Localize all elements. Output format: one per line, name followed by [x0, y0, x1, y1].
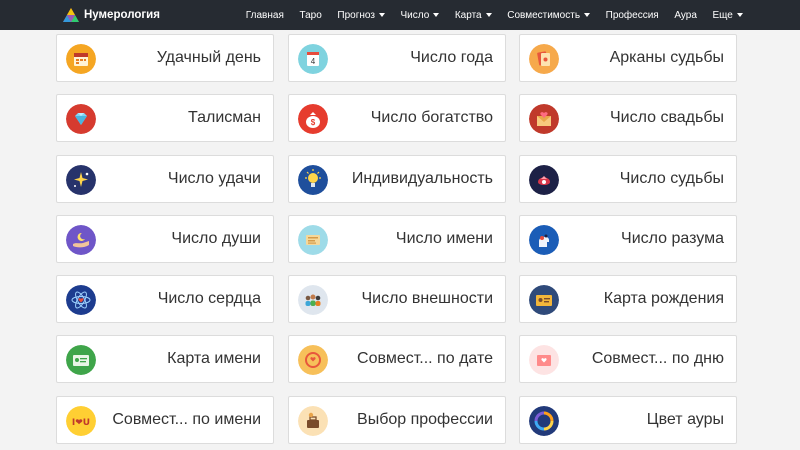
- card-label: Выбор профессии: [357, 411, 493, 428]
- couple-date-icon: [298, 345, 328, 375]
- id-card-icon: [529, 285, 559, 315]
- money-bag-icon: $: [298, 104, 328, 134]
- nav-item-home[interactable]: Главная: [238, 0, 292, 30]
- svg-text:4: 4: [311, 57, 316, 66]
- card-label: Талисман: [188, 109, 261, 126]
- svg-text:$: $: [311, 118, 316, 127]
- caret-down-icon: [485, 13, 492, 17]
- card-label: Цвет ауры: [646, 411, 724, 428]
- svg-text:I❤U: I❤U: [72, 418, 90, 428]
- triangle-logo-icon: [63, 8, 79, 22]
- fate-icon: [529, 165, 559, 195]
- nav-item-compatibility[interactable]: Совместимость: [499, 0, 597, 30]
- tarot-cards-icon: [529, 44, 559, 74]
- card-label: Число свадьбы: [609, 109, 724, 126]
- card-label: Число года: [410, 49, 493, 66]
- card-appearance-number[interactable]: Число внешности: [288, 275, 506, 323]
- card-label: Число души: [171, 230, 261, 247]
- calendar-day-icon: [66, 44, 96, 74]
- card-name-chart[interactable]: Карта имени: [56, 335, 274, 383]
- caret-down-icon: [736, 13, 743, 17]
- nav-item-tarot[interactable]: Таро: [292, 0, 330, 30]
- nav-label: Еще: [712, 9, 733, 21]
- card-talisman[interactable]: Талисман: [56, 94, 274, 142]
- aura-ring-icon: [529, 406, 559, 436]
- card-wedding-number[interactable]: Число свадьбы: [519, 94, 737, 142]
- nav-item-more[interactable]: Еще: [705, 0, 751, 30]
- diamond-icon: [66, 104, 96, 134]
- card-individuality[interactable]: Индивидуальность: [288, 155, 506, 203]
- nav-label: Аура: [674, 9, 697, 21]
- card-fate-number[interactable]: Число судьбы: [519, 155, 737, 203]
- name-map-icon: [66, 345, 96, 375]
- nav-item-profession[interactable]: Профессия: [598, 0, 667, 30]
- card-label: Число разума: [621, 230, 724, 247]
- card-label: Число удачи: [167, 170, 261, 187]
- card-mind-number[interactable]: Число разума: [519, 215, 737, 263]
- i-love-u-icon: I❤U: [66, 406, 96, 436]
- card-label: Число судьбы: [619, 170, 724, 187]
- nav-item-number[interactable]: Число: [393, 0, 447, 30]
- card-lucky-day[interactable]: Удачный день: [56, 34, 274, 82]
- card-year-number[interactable]: 4 Число года: [288, 34, 506, 82]
- card-compat-by-date[interactable]: Совмест... по дате: [288, 335, 506, 383]
- card-label: Карта имени: [167, 350, 261, 367]
- nav-label: Совместимость: [507, 9, 581, 21]
- people-icon: [298, 285, 328, 315]
- card-compat-by-name[interactable]: I❤U Совмест... по имени: [56, 396, 274, 444]
- card-soul-number[interactable]: Число души: [56, 215, 274, 263]
- card-label: Удачный день: [156, 49, 261, 66]
- card-label: Число сердца: [157, 290, 261, 307]
- card-profession-choice[interactable]: Выбор профессии: [288, 396, 506, 444]
- card-luck-number[interactable]: Число удачи: [56, 155, 274, 203]
- card-label: Число внешности: [361, 290, 493, 307]
- nav-item-aura[interactable]: Аура: [667, 0, 705, 30]
- card-label: Число богатство: [370, 109, 493, 126]
- nav-label: Число: [400, 9, 430, 21]
- card-compat-by-day[interactable]: Совмест... по дню: [519, 335, 737, 383]
- sparkles-icon: [66, 165, 96, 195]
- card-label: Индивидуальность: [351, 170, 493, 187]
- card-heart-number[interactable]: Число сердца: [56, 275, 274, 323]
- card-wealth-number[interactable]: $ Число богатство: [288, 94, 506, 142]
- profession-icon: [298, 406, 328, 436]
- heart-card-icon: [529, 345, 559, 375]
- wedding-envelope-icon: [529, 104, 559, 134]
- mind-icon: [529, 225, 559, 255]
- card-fate-arcana[interactable]: Арканы судьбы: [519, 34, 737, 82]
- atom-heart-icon: [66, 285, 96, 315]
- card-label: Совмест... по дате: [357, 350, 493, 367]
- brand-name: Нумерология: [84, 9, 160, 21]
- card-label: Карта рождения: [603, 290, 724, 307]
- card-label: Совмест... по имени: [112, 411, 261, 428]
- card-birth-chart[interactable]: Карта рождения: [519, 275, 737, 323]
- name-card-icon: [298, 225, 328, 255]
- caret-down-icon: [584, 13, 591, 17]
- nav-label: Таро: [299, 9, 322, 21]
- card-label: Совмест... по дню: [591, 350, 724, 367]
- caret-down-icon: [378, 13, 385, 17]
- nav-item-forecast[interactable]: Прогноз: [330, 0, 393, 30]
- card-aura-color[interactable]: Цвет ауры: [519, 396, 737, 444]
- nav-label: Прогноз: [337, 9, 375, 21]
- main-nav: Главная Таро Прогноз Число Карта Совмест…: [238, 0, 751, 30]
- lightbulb-icon: [298, 165, 328, 195]
- caret-down-icon: [433, 13, 440, 17]
- top-navbar: Нумерология Главная Таро Прогноз Число К…: [0, 0, 800, 30]
- nav-item-map[interactable]: Карта: [447, 0, 499, 30]
- card-label: Арканы судьбы: [609, 49, 724, 66]
- card-name-number[interactable]: Число имени: [288, 215, 506, 263]
- nav-label: Главная: [245, 9, 284, 21]
- hand-moon-icon: [66, 225, 96, 255]
- brand-link[interactable]: Нумерология: [62, 6, 160, 24]
- nav-label: Профессия: [605, 9, 659, 21]
- nav-label: Карта: [454, 9, 482, 21]
- card-label: Число имени: [395, 230, 493, 247]
- calendar-page-icon: 4: [298, 44, 328, 74]
